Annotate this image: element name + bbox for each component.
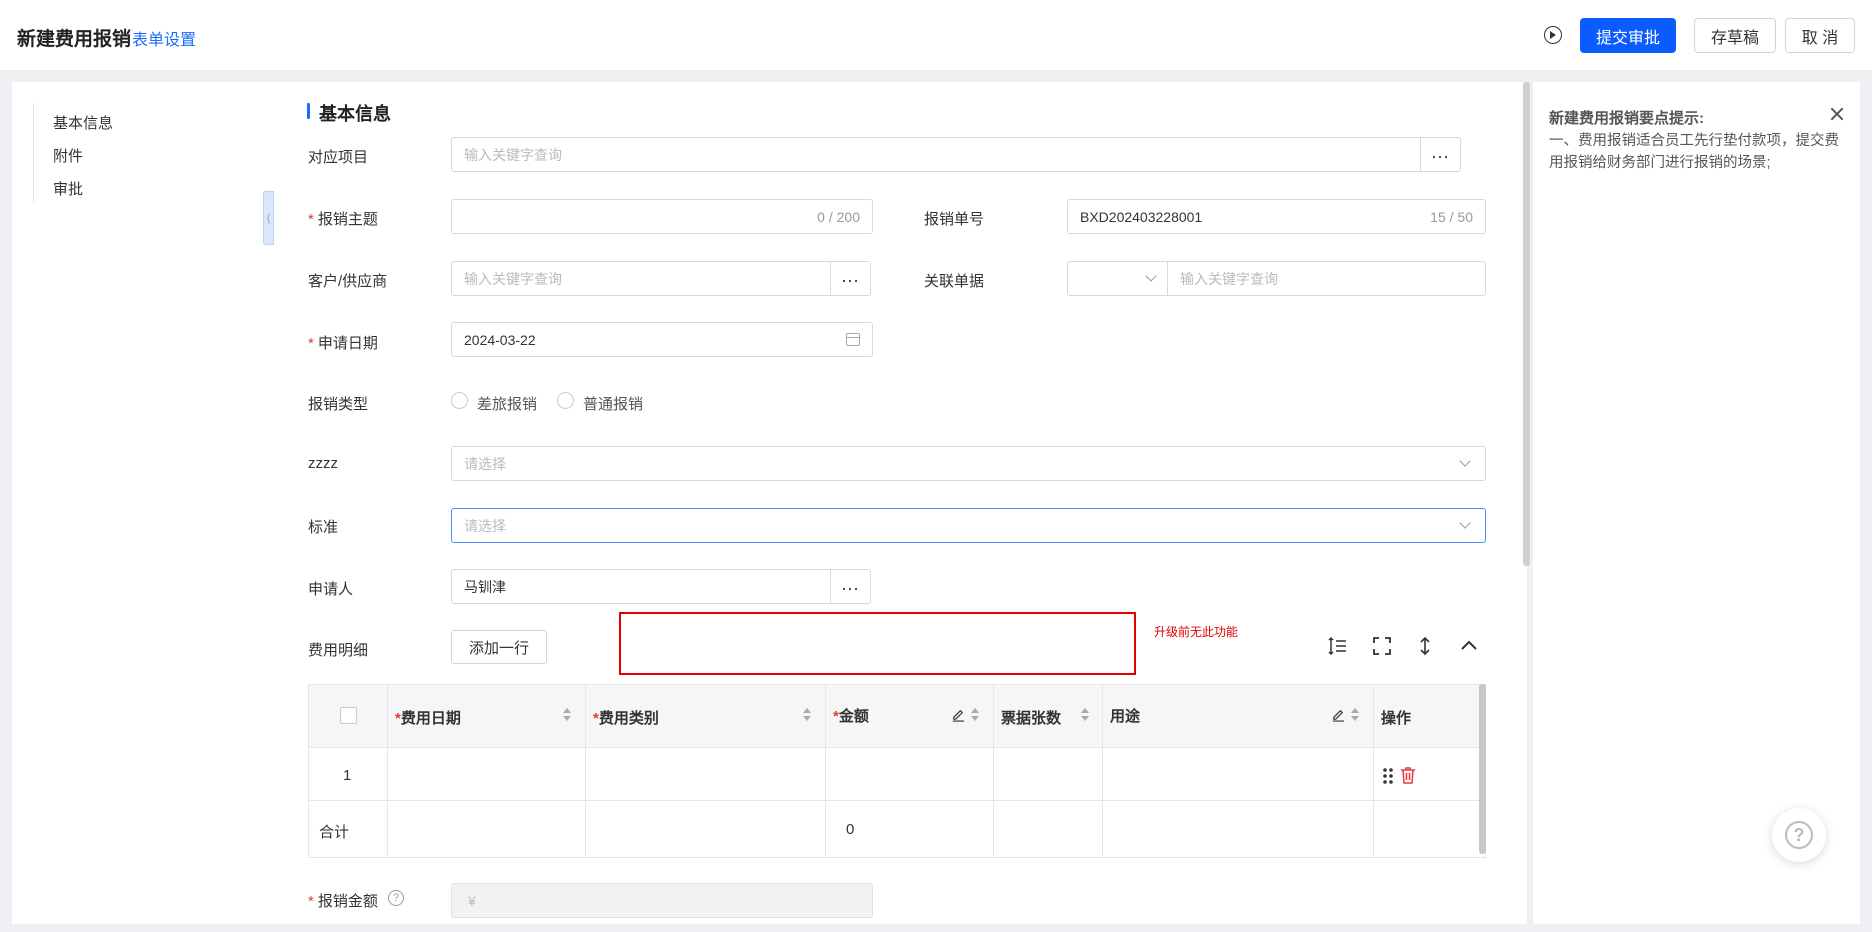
highlight-box: [619, 612, 1136, 675]
col-expense-date: *费用日期: [395, 710, 461, 727]
amount-label: * 报销金额: [308, 893, 378, 910]
doc-no-value: BXD202403228001: [1080, 208, 1203, 225]
tips-body: 一、费用报销适合员工先行垫付款项，提交费用报销给财务部门进行报销的场景;: [1549, 133, 1839, 171]
expand-height-icon[interactable]: [1415, 636, 1435, 656]
calendar-icon: [846, 333, 860, 346]
expense-type-label: 报销类型: [308, 396, 369, 413]
close-icon[interactable]: [1829, 106, 1845, 122]
applicant-value: 马钏津: [464, 578, 506, 595]
sort-icon[interactable]: [563, 707, 571, 723]
project-placeholder: 输入关键字查询: [464, 146, 562, 163]
customer-more-button[interactable]: ...: [830, 262, 870, 295]
select-all-checkbox[interactable]: [340, 707, 357, 724]
help-icon[interactable]: ?: [388, 890, 404, 906]
fullscreen-icon[interactable]: [1372, 636, 1392, 656]
section-nav: 基本信息 附件 审批: [12, 82, 274, 924]
amount-input: ¥: [451, 883, 873, 918]
col-expense-category: *费用类别: [593, 710, 659, 727]
subject-label: * 报销主题: [308, 211, 378, 228]
zzzz-select[interactable]: 请选择: [451, 446, 1486, 481]
standard-select[interactable]: 请选择: [451, 508, 1486, 543]
chevron-down-icon: [1459, 455, 1471, 467]
radio-general-label: 普通报销: [583, 396, 644, 413]
chevron-down-icon: [1459, 517, 1471, 529]
nav-item-basic-info[interactable]: 基本信息: [53, 112, 113, 133]
details-label: 费用明细: [308, 642, 369, 659]
edit-icon[interactable]: [951, 707, 966, 722]
row-height-icon[interactable]: [1328, 636, 1348, 656]
question-icon: ?: [1785, 821, 1813, 849]
nav-divider: [33, 103, 34, 203]
doc-no-input[interactable]: BXD202403228001 15 / 50: [1067, 199, 1486, 234]
main-scrollbar[interactable]: [1523, 82, 1530, 566]
subject-input[interactable]: 0 / 200: [451, 199, 873, 234]
nav-item-approval[interactable]: 审批: [53, 178, 83, 199]
apply-date-value: 2024-03-22: [464, 331, 536, 348]
drag-handle-icon[interactable]: [1382, 767, 1394, 785]
delete-icon[interactable]: [1400, 766, 1416, 784]
col-purpose: 用途: [1110, 708, 1141, 725]
project-more-button[interactable]: ...: [1420, 138, 1460, 171]
table-header: [309, 685, 1485, 748]
page-title: 新建费用报销: [17, 29, 132, 50]
related-doc-input[interactable]: 输入关键字查询: [1167, 261, 1486, 296]
expense-details-table: *费用日期 *费用类别 *金额 票据张数 用途 操作 1 合计 0: [308, 684, 1486, 858]
form-main: 基本信息 对应项目 输入关键字查询 ... * 报销主题 0 / 200 报销单号…: [274, 82, 1527, 924]
play-icon[interactable]: [1544, 26, 1562, 44]
chevron-up-icon[interactable]: [1459, 636, 1479, 656]
total-label: 合计: [319, 824, 350, 841]
subject-counter: 0 / 200: [817, 208, 860, 225]
form-settings-link[interactable]: 表单设置: [132, 26, 196, 50]
tips-title: 新建费用报销要点提示:: [1549, 110, 1704, 127]
radio-travel[interactable]: [451, 392, 468, 409]
col-receipt-count: 票据张数: [1001, 710, 1062, 727]
doc-no-counter: 15 / 50: [1430, 208, 1473, 225]
customer-input[interactable]: 输入关键字查询 ...: [451, 261, 871, 296]
related-doc-label: 关联单据: [924, 273, 985, 290]
tips-panel: 新建费用报销要点提示: 一、费用报销适合员工先行垫付款项，提交费用报销给财务部门…: [1533, 82, 1860, 924]
radio-general[interactable]: [557, 392, 574, 409]
standard-label: 标准: [308, 519, 339, 536]
top-bar: 新建费用报销 表单设置 提交审批 存草稿 取 消: [0, 0, 1872, 71]
collapse-nav-handle[interactable]: ⟨: [263, 191, 274, 245]
project-label: 对应项目: [308, 149, 369, 166]
edit-icon[interactable]: [1331, 707, 1346, 722]
add-row-button[interactable]: 添加一行: [451, 630, 547, 664]
apply-date-label: * 申请日期: [308, 335, 378, 352]
standard-placeholder: 请选择: [464, 517, 506, 534]
highlight-note: 升级前无此功能: [1154, 625, 1239, 639]
customer-placeholder: 输入关键字查询: [464, 270, 562, 287]
col-amount: *金额: [833, 708, 869, 725]
apply-date-input[interactable]: 2024-03-22: [451, 322, 873, 357]
project-input[interactable]: 输入关键字查询 ...: [451, 137, 1461, 172]
applicant-more-button[interactable]: ...: [830, 570, 870, 603]
sort-icon[interactable]: [971, 707, 979, 723]
total-amount: 0: [846, 821, 855, 838]
cancel-button[interactable]: 取 消: [1785, 18, 1855, 53]
related-placeholder: 输入关键字查询: [1180, 270, 1278, 287]
zzzz-placeholder: 请选择: [464, 455, 506, 472]
zzzz-label: zzzz: [308, 455, 338, 472]
applicant-label: 申请人: [308, 581, 354, 598]
applicant-input[interactable]: 马钏津 ...: [451, 569, 871, 604]
table-scrollbar[interactable]: [1479, 684, 1486, 854]
chevron-down-icon: [1145, 270, 1157, 282]
nav-item-attachments[interactable]: 附件: [53, 145, 83, 166]
floating-help-button[interactable]: ?: [1772, 808, 1826, 862]
sort-icon[interactable]: [1351, 707, 1359, 723]
row-index: 1: [343, 767, 352, 784]
related-type-select[interactable]: [1067, 261, 1168, 296]
customer-label: 客户/供应商: [308, 273, 388, 290]
submit-approval-button[interactable]: 提交审批: [1580, 18, 1676, 53]
sort-icon[interactable]: [803, 707, 811, 723]
section-title: 基本信息: [307, 100, 391, 126]
radio-travel-label: 差旅报销: [477, 396, 538, 413]
save-draft-button[interactable]: 存草稿: [1694, 18, 1776, 53]
doc-no-label: 报销单号: [924, 211, 985, 228]
sort-icon[interactable]: [1081, 707, 1089, 723]
col-actions: 操作: [1381, 710, 1412, 727]
